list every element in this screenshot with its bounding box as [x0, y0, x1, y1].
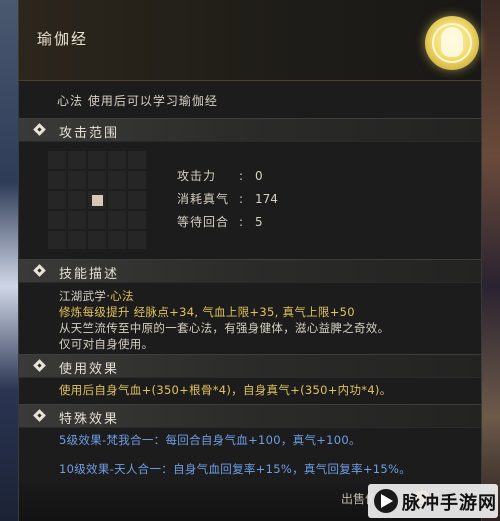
grid-cell — [127, 230, 147, 250]
emblem-figure — [441, 27, 463, 57]
stat-attack: 攻击力:0 — [177, 169, 263, 183]
grid-cell — [47, 210, 67, 230]
grid-cell — [107, 170, 127, 190]
grid-cell — [47, 230, 67, 250]
watermark: 脉冲手游网 — [368, 484, 498, 518]
grid-cell — [107, 230, 127, 250]
watermark-text: 脉冲手游网 — [402, 493, 497, 514]
grid-cell — [47, 190, 67, 210]
stat-cooldown: 等待回合:5 — [177, 215, 263, 229]
stat-value: 174 — [255, 192, 278, 206]
grid-cell — [127, 170, 147, 190]
grid-cell — [67, 230, 87, 250]
stat-label: 消耗真气 — [177, 192, 230, 206]
school-line: 江湖武学·心法 — [59, 288, 389, 304]
grid-cell — [127, 210, 147, 230]
section-special-effect: 特殊效果 — [19, 404, 481, 428]
school-prefix: 江湖武学· — [59, 289, 111, 303]
grid-cell — [87, 230, 107, 250]
diamond-icon — [33, 409, 46, 422]
grid-cell — [87, 170, 107, 190]
skill-description: 江湖武学·心法 修炼每级提升 经脉点+34, 气血上限+35, 真气上限+50 … — [59, 288, 389, 352]
grid-cell — [47, 170, 67, 190]
stat-label: 攻击力 — [177, 169, 217, 183]
grid-cell — [87, 210, 107, 230]
section-use-effect: 使用效果 — [19, 354, 481, 378]
diamond-icon — [33, 123, 46, 136]
grid-cell — [67, 210, 87, 230]
grid-cell — [107, 190, 127, 210]
school-type: 心法 — [110, 289, 134, 303]
skill-category-line: 心法 使用后可以学习瑜伽经 — [57, 94, 218, 108]
diamond-icon — [33, 359, 46, 372]
stat-value: 0 — [255, 169, 263, 183]
play-logo-icon — [374, 489, 398, 513]
stat-label: 等待回合 — [177, 215, 230, 229]
section-attack-range: 攻击范围 — [19, 118, 481, 142]
skill-title: 瑜伽经 — [37, 30, 89, 48]
bonus-line: 修炼每级提升 经脉点+34, 气血上限+35, 真气上限+50 — [59, 305, 355, 319]
grid-cell — [107, 150, 127, 170]
grid-cell — [87, 150, 107, 170]
section-skill-desc: 技能描述 — [19, 259, 481, 283]
grid-cell — [127, 190, 147, 210]
section-label: 特殊效果 — [59, 412, 120, 427]
lore-line-2: 仅可对自身使用。 — [59, 337, 154, 351]
lore-line-1: 从天竺流传至中原的一套心法，有强身健体，滋心益脾之奇效。 — [59, 321, 390, 335]
stat-value: 5 — [255, 215, 263, 229]
special-effect-1: 5级效果-梵我合一：每回合自身气血+100，真气+100。 — [59, 433, 361, 447]
grid-cell — [67, 170, 87, 190]
section-label: 技能描述 — [59, 267, 120, 282]
use-effect-text: 使用后自身气血+(350+根骨*4)，自身真气+(350+内功*4)。 — [59, 383, 392, 397]
skill-tooltip-panel: 瑜伽经 心法 使用后可以学习瑜伽经 攻击范围 攻击力: 0 消耗真气: 17… — [18, 0, 482, 521]
attack-range-grid — [47, 150, 147, 250]
grid-cell — [47, 150, 67, 170]
section-label: 使用效果 — [59, 362, 120, 377]
grid-cell — [67, 190, 87, 210]
grid-cell-target — [87, 190, 107, 210]
special-effect-2: 10级效果-天人合一：自身气血回复率+15%，真气回复率+15%。 — [59, 462, 412, 476]
grid-cell — [67, 150, 87, 170]
portrait-emblem-icon — [425, 16, 479, 70]
diamond-icon — [33, 264, 46, 277]
stat-mp-cost: 消耗真气:174 — [177, 192, 278, 206]
section-label: 攻击范围 — [59, 126, 120, 141]
title-bar: 瑜伽经 — [19, 0, 481, 81]
grid-cell — [107, 210, 127, 230]
grid-cell — [127, 150, 147, 170]
